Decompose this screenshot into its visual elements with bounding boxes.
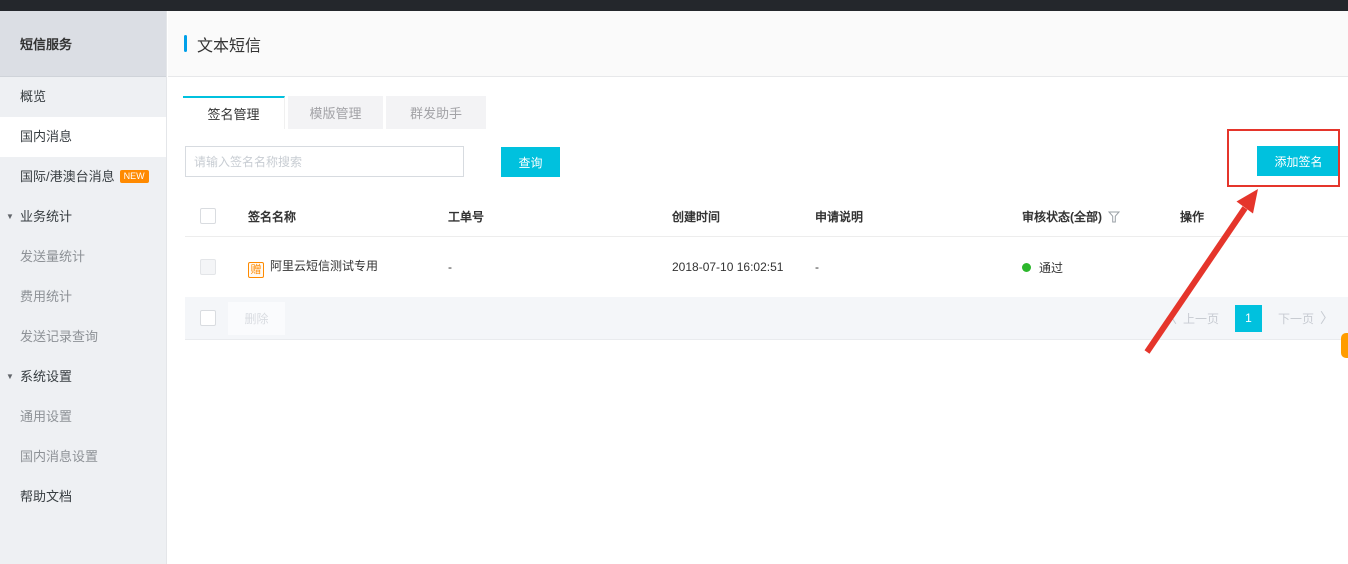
title-marker-bar [184,35,187,52]
tab-bulk-send-assistant[interactable]: 群发助手 [386,96,486,129]
sidebar-group-business-stats[interactable]: ▼ 业务统计 [0,197,166,237]
page-title: 文本短信 [197,32,261,56]
sidebar-item-label: 国际/港澳台消息 [20,169,115,184]
cell-signature-name: 赠阿里云短信测试专用 [248,257,448,278]
sms-console-page: 短信服务 概览 国内消息 国际/港澳台消息 NEW ▼ 业务统计 发送量统计 费用… [0,0,1348,564]
col-header-ticket-number: 工单号 [448,208,672,225]
sidebar-item-help-docs[interactable]: 帮助文档 [0,477,166,517]
cell-review-status: 通过 [1022,259,1180,276]
created-time-text: 2018-07-10 16:02:51 [672,259,785,276]
row-checkbox[interactable] [200,259,216,275]
footer-select-all-checkbox[interactable] [200,310,216,326]
sidebar-title: 短信服务 [0,11,166,77]
signature-search-input[interactable] [185,146,464,177]
col-header-review-status: 审核状态(全部) [1022,208,1180,225]
green-status-dot [1022,263,1031,272]
col-header-application-note: 申请说明 [815,208,1022,225]
sidebar-item-international-messages[interactable]: 国际/港澳台消息 NEW [0,157,166,197]
sidebar-item-send-volume-stats[interactable]: 发送量统计 [0,237,166,277]
sidebar-group-label: 系统设置 [20,369,72,384]
table-footer-bar: 删除 〈 上一页 1 下一页 〉 [185,297,1348,340]
cell-created-time: 2018-07-10 16:02:51 [672,259,815,276]
sidebar-item-overview[interactable]: 概览 [0,77,166,117]
sidebar: 短信服务 概览 国内消息 国际/港澳台消息 NEW ▼ 业务统计 发送量统计 费用… [0,11,167,564]
main-content: 文本短信 签名管理 模版管理 群发助手 查询 添加签名 签名名称 工单号 创建时… [168,11,1348,564]
table-row: 赠阿里云短信测试专用 - 2018-07-10 16:02:51 - 通过 [185,237,1348,297]
caret-down-icon: ▼ [6,197,14,237]
filter-funnel-icon[interactable] [1108,211,1120,223]
next-page-arrow-icon[interactable]: 〉 [1320,308,1334,328]
current-page-number[interactable]: 1 [1235,305,1262,332]
cell-ticket-number: - [448,260,672,274]
toolbar: 查询 添加签名 [185,146,1348,177]
delete-button[interactable]: 删除 [228,302,285,335]
col-header-created-time: 创建时间 [672,208,815,225]
query-button[interactable]: 查询 [501,147,560,177]
sidebar-item-general-settings[interactable]: 通用设置 [0,397,166,437]
select-all-checkbox[interactable] [200,208,216,224]
status-text: 通过 [1039,259,1063,276]
gift-badge-icon: 赠 [248,262,264,278]
add-signature-button[interactable]: 添加签名 [1257,146,1340,176]
clipped-floating-widget[interactable] [1341,333,1348,358]
signature-name-text: 阿里云短信测试专用 [270,259,378,273]
cell-application-note: - [815,260,1022,274]
col-header-status-label: 审核状态(全部) [1022,210,1102,224]
tab-signature-management[interactable]: 签名管理 [183,96,285,129]
table-header-row: 签名名称 工单号 创建时间 申请说明 审核状态(全部) 操作 [185,196,1348,237]
sidebar-group-system-settings[interactable]: ▼ 系统设置 [0,357,166,397]
page-header: 文本短信 [168,11,1348,77]
tab-bar: 签名管理 模版管理 群发助手 [183,96,1348,129]
sidebar-item-send-record-query[interactable]: 发送记录查询 [0,317,166,357]
prev-page-arrow-icon[interactable]: 〈 [1163,308,1177,328]
new-badge: NEW [120,170,149,183]
prev-page-button[interactable]: 上一页 [1183,310,1219,327]
sidebar-item-cost-stats[interactable]: 费用统计 [0,277,166,317]
pagination: 〈 上一页 1 下一页 〉 [1157,305,1340,332]
signature-table: 签名名称 工单号 创建时间 申请说明 审核状态(全部) 操作 赠阿里云短信测试专… [185,196,1348,297]
top-navigation-bar [0,0,1348,11]
next-page-button[interactable]: 下一页 [1278,310,1314,327]
sidebar-item-domestic-message-settings[interactable]: 国内消息设置 [0,437,166,477]
tab-template-management[interactable]: 模版管理 [288,96,383,129]
col-header-signature-name: 签名名称 [248,208,448,225]
sidebar-group-label: 业务统计 [20,209,72,224]
col-header-action: 操作 [1180,208,1348,225]
caret-down-icon: ▼ [6,357,14,397]
sidebar-item-domestic-messages[interactable]: 国内消息 [0,117,166,157]
